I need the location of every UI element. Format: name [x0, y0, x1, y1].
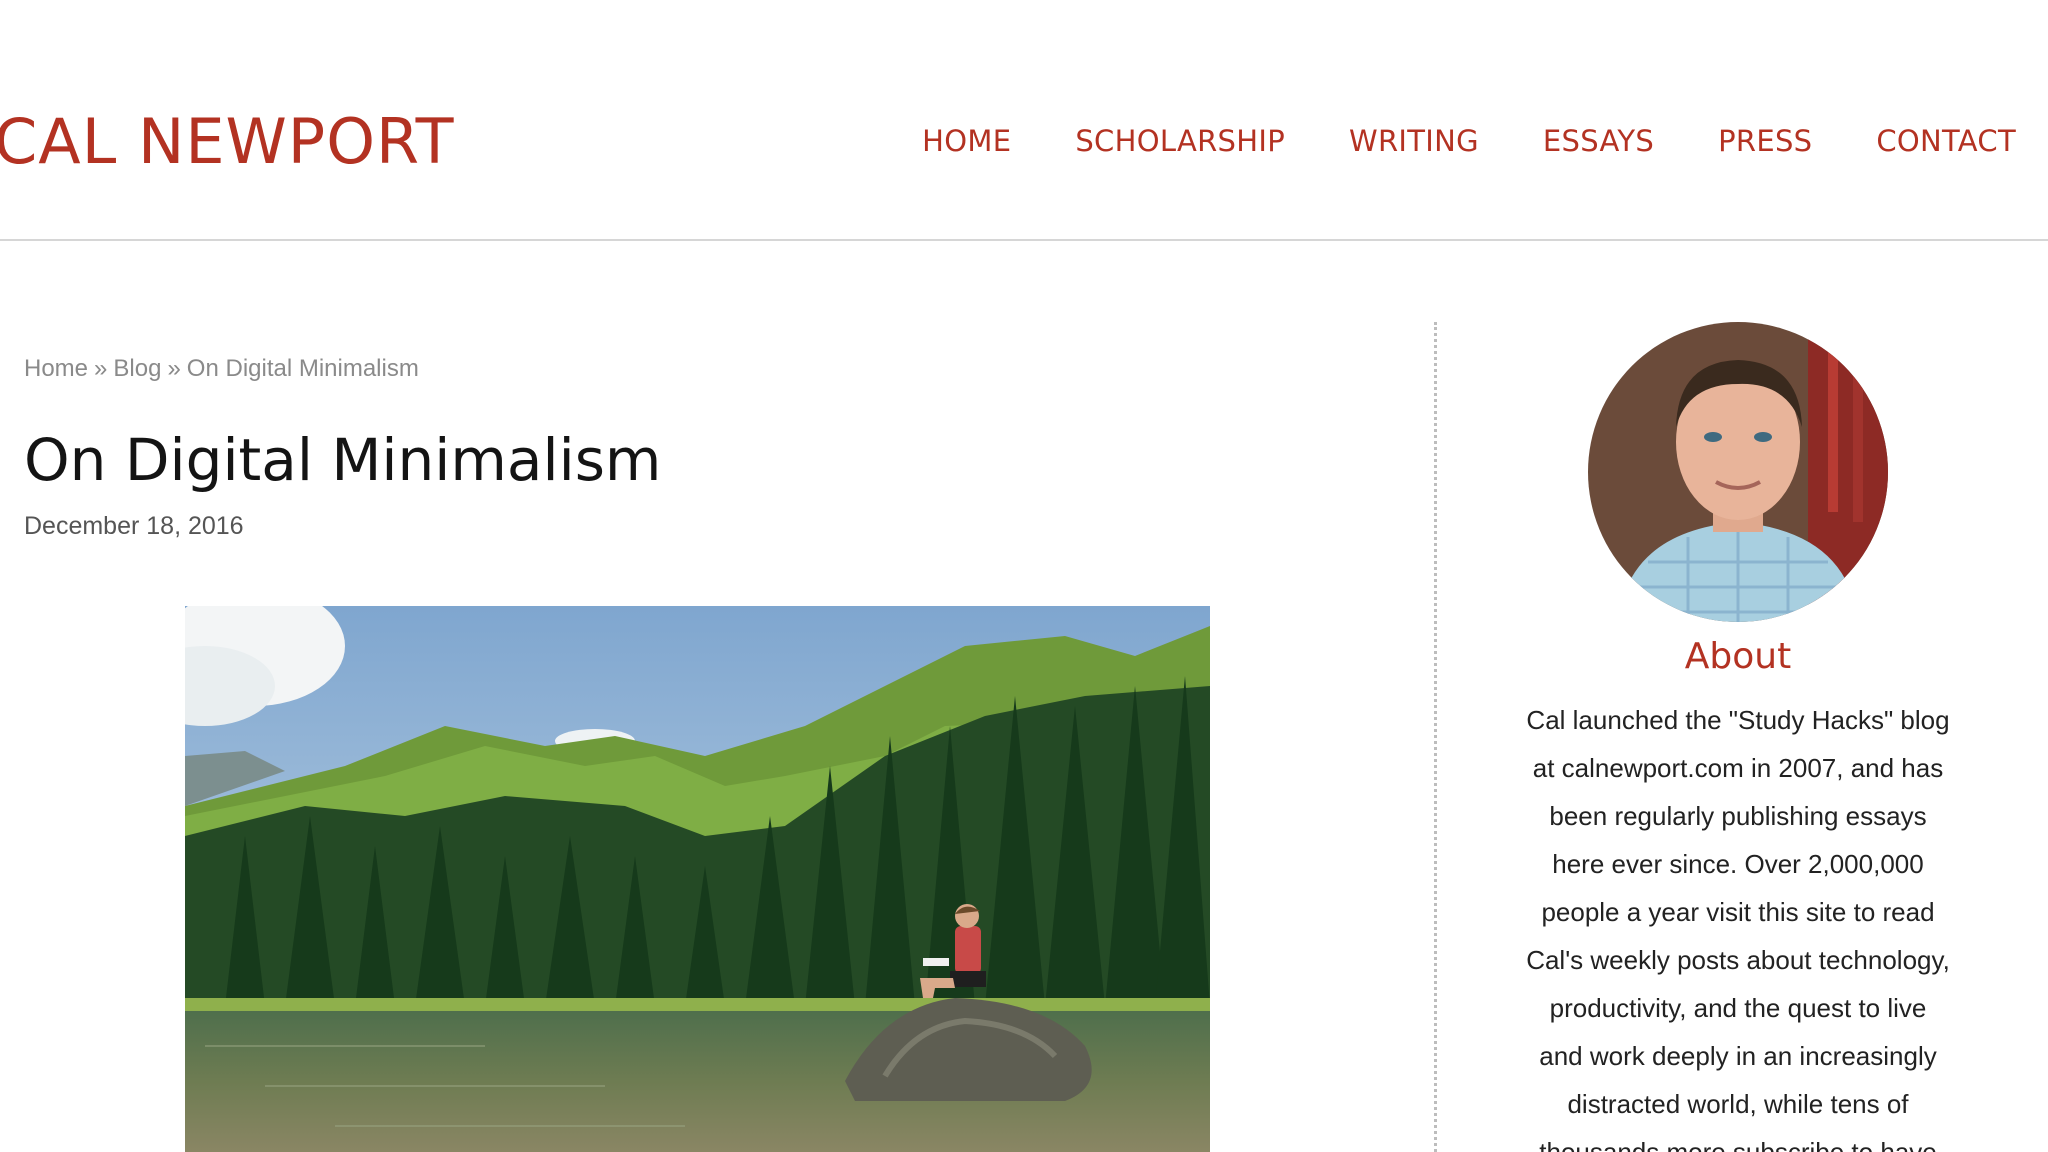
- breadcrumb-current: On Digital Minimalism: [186, 355, 419, 382]
- nav-essays[interactable]: ESSAYS: [1543, 124, 1654, 158]
- site-title-link[interactable]: CAL NEWPORT: [0, 102, 454, 182]
- nav-contact[interactable]: CONTACT: [1876, 124, 2016, 158]
- breadcrumb-home-link[interactable]: Home: [24, 355, 88, 382]
- about-text-line: people a year visit this site to read: [1541, 897, 1935, 927]
- site-header: CAL NEWPORT HOME SCHOLARSHIP WRITING ESS…: [0, 0, 2048, 241]
- post-date: December 18, 2016: [24, 512, 244, 540]
- about-text-line: Cal launched the "Study Hacks" blog: [1526, 705, 1950, 735]
- breadcrumb: Home» Blog» On Digital Minimalism: [24, 355, 419, 383]
- about-text-line: and work deeply in an increasingly: [1539, 1041, 1937, 1071]
- main-nav: HOME SCHOLARSHIP WRITING ESSAYS PRESS CO…: [922, 121, 2016, 161]
- breadcrumb-separator: »: [94, 355, 108, 382]
- nav-home[interactable]: HOME: [922, 124, 1011, 158]
- about-text-line: distracted world, while tens of: [1567, 1089, 1909, 1119]
- about-text-line: thousands more subscribe to have: [1539, 1137, 1937, 1152]
- about-text-line: here ever since. Over 2,000,000: [1552, 849, 1924, 879]
- breadcrumb-separator: »: [167, 355, 181, 382]
- about-text-line: at calnewport.com in 2007, and has: [1532, 753, 1944, 783]
- nav-writing[interactable]: WRITING: [1349, 124, 1479, 158]
- about-text-line: been regularly publishing essays: [1549, 801, 1927, 831]
- about-heading: About: [1684, 636, 1792, 677]
- post-title: On Digital Minimalism: [24, 426, 662, 494]
- about-text: Cal launched the "Study Hacks" blog at c…: [1488, 696, 1988, 1152]
- mountain-lake-photo-icon: [185, 606, 1210, 1152]
- author-portrait-icon: [1588, 322, 1888, 622]
- breadcrumb-blog-link[interactable]: Blog: [113, 355, 161, 382]
- column-divider: [1434, 322, 1437, 1152]
- nav-press[interactable]: PRESS: [1718, 124, 1812, 158]
- nav-scholarship[interactable]: SCHOLARSHIP: [1075, 124, 1285, 158]
- page: CAL NEWPORT HOME SCHOLARSHIP WRITING ESS…: [0, 0, 2048, 1152]
- about-text-line: productivity, and the quest to live: [1549, 993, 1927, 1023]
- about-text-line: Cal's weekly posts about technology,: [1526, 945, 1950, 975]
